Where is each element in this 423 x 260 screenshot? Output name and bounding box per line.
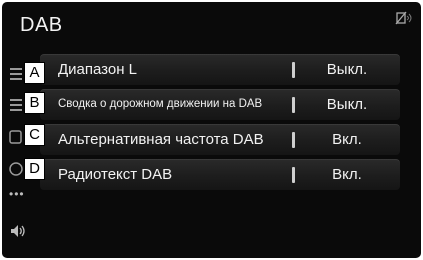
setting-value: Вкл. <box>332 131 362 148</box>
page-title: DAB <box>20 14 63 36</box>
row-divider <box>292 97 295 113</box>
setting-label: Сводка о дорожном движении на DAB <box>58 98 263 110</box>
dab-settings-screen: DAB ••• Диапазон L Выкл. Сводка о дорожн… <box>2 2 421 258</box>
callout-a: A <box>24 62 45 84</box>
row-divider <box>292 132 295 148</box>
settings-list: Диапазон L Выкл. Сводка о дорожном движе… <box>40 54 400 194</box>
setting-label: Радиотекст DAB <box>58 166 173 183</box>
setting-row-radiotext[interactable]: Радиотекст DAB Вкл. <box>40 159 400 190</box>
callout-b: B <box>24 92 45 114</box>
more-button[interactable]: ••• <box>9 188 25 200</box>
setting-value: Выкл. <box>326 96 368 113</box>
callout-c: C <box>24 124 45 146</box>
setting-value: Выкл. <box>326 61 368 78</box>
no-signal-icon <box>395 10 413 26</box>
volume-icon[interactable] <box>8 222 32 240</box>
row-divider <box>292 167 295 183</box>
setting-row-l-band[interactable]: Диапазон L Выкл. <box>40 54 400 85</box>
callout-d: D <box>24 158 45 180</box>
setting-label: Альтернативная частота DAB <box>58 131 264 148</box>
setting-label: Диапазон L <box>58 61 138 78</box>
setting-row-traffic-summary[interactable]: Сводка о дорожном движении на DAB Выкл. <box>40 89 400 120</box>
setting-value: Вкл. <box>332 166 362 183</box>
row-divider <box>292 62 295 78</box>
setting-row-alternative-frequency[interactable]: Альтернативная частота DAB Вкл. <box>40 124 400 155</box>
